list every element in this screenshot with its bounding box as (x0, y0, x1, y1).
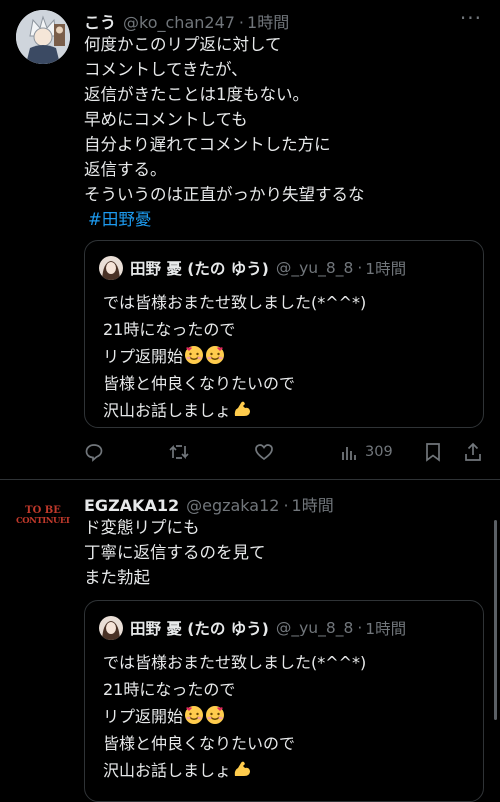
analytics-icon (342, 447, 356, 460)
retweet-icon (169, 444, 189, 460)
heart-icon (255, 444, 273, 461)
display-name[interactable]: EGZAKA12 (84, 496, 179, 515)
quoted-timestamp: 1時間 (365, 260, 407, 278)
tweet-header: EGZAKA12 @egzaka12 · 1時間 (84, 492, 334, 516)
tweet-line: 自分より遅れてコメントした方に (84, 135, 331, 154)
quoted-tweet[interactable]: 田野 憂 (たの ゆう) @_yu_8_8 · 1時間 では皆様おまたせ致しまし… (84, 600, 484, 802)
bookmark-icon (426, 443, 440, 462)
share-button[interactable] (464, 442, 482, 462)
tweet-line: 何度かこのリプ返に対して (84, 35, 282, 54)
quoted-line: では皆様おまたせ致しました(*^^*) (103, 653, 367, 672)
smiling-face-with-hearts-icon (206, 706, 225, 724)
tweet-line: 返信する。 (84, 160, 167, 179)
quoted-tweet-text: では皆様おまたせ致しました(*^^*) 21時になったので リプ返開始 皆様と仲… (103, 289, 366, 424)
separator-dot: · (357, 259, 363, 277)
avatar-photo-icon (99, 616, 123, 640)
quoted-line-with-emoji: 沢山お話しましょ (103, 757, 366, 784)
smiling-face-with-hearts-icon (185, 346, 204, 364)
scrollbar[interactable] (494, 520, 497, 720)
tweet[interactable]: TO BE CONTINUED EGZAKA12 @egzaka12 · 1時間… (0, 480, 500, 802)
separator-dot: · (357, 619, 363, 637)
tweet-line: また勃起 (84, 568, 150, 587)
more-options-icon[interactable]: ··· (460, 6, 482, 30)
action-bar: 309 (0, 442, 500, 462)
tweet-text: 何度かこのリプ返に対して コメントしてきたが、 返信がきたことは1度もない。 早… (84, 32, 365, 232)
quoted-avatar (99, 256, 123, 280)
avatar-photo-icon (99, 256, 123, 280)
hashtag-link[interactable]: #田野憂 (88, 207, 365, 232)
quoted-tweet-text: では皆様おまたせ致しました(*^^*) 21時になったので リプ返開始 皆様と仲… (103, 649, 366, 784)
tweet-line: 返信がきたことは1度もない。 (84, 85, 309, 104)
quoted-avatar (99, 616, 123, 640)
flexed-biceps-icon (234, 401, 251, 416)
smiling-face-with-hearts-icon (185, 706, 204, 724)
quoted-line-with-emoji: リプ返開始 (103, 703, 366, 730)
tweet-text: ド変態リプにも 丁寧に返信するのを見て また勃起 (84, 515, 266, 590)
quoted-line: 沢山お話しましょ (103, 401, 232, 420)
quoted-line: 皆様と仲良くなりたいので (103, 374, 296, 393)
timestamp[interactable]: 1時間 (292, 492, 334, 516)
views-count: 309 (365, 444, 393, 460)
quoted-line: リプ返開始 (103, 707, 184, 726)
avatar-caption: TO BE (25, 505, 61, 516)
quoted-line-with-emoji: リプ返開始 (103, 343, 366, 370)
handle[interactable]: @egzaka12 (186, 496, 279, 515)
tweet-line: 早めにコメントしても (84, 110, 248, 129)
handle[interactable]: @ko_chan247 (123, 13, 235, 32)
reply-button[interactable] (84, 442, 104, 462)
avatar[interactable] (16, 10, 70, 64)
quoted-line: 皆様と仲良くなりたいので (103, 734, 296, 753)
separator-dot: · (283, 496, 289, 515)
quoted-line-with-emoji: 沢山お話しましょ (103, 397, 366, 424)
tweet-line: コメントしてきたが、 (84, 60, 248, 79)
quoted-display-name: 田野 憂 (たの ゆう) (130, 260, 269, 278)
flexed-biceps-icon (234, 761, 251, 776)
quoted-display-name: 田野 憂 (たの ゆう) (130, 620, 269, 638)
quoted-tweet[interactable]: 田野 憂 (たの ゆう) @_yu_8_8 · 1時間 では皆様おまたせ致しまし… (84, 240, 484, 428)
reply-icon (85, 444, 103, 462)
bookmark-button[interactable] (424, 442, 442, 462)
tweet-line: 丁寧に返信するのを見て (84, 543, 266, 562)
avatar[interactable]: TO BE CONTINUED (16, 490, 70, 544)
avatar-caption: CONTINUED (16, 516, 70, 526)
quoted-handle: @_yu_8_8 (275, 259, 354, 277)
quoted-line: リプ返開始 (103, 347, 184, 366)
quoted-tweet-header: 田野 憂 (たの ゆう) @_yu_8_8 · 1時間 (99, 616, 406, 640)
quoted-line: 21時になったので (103, 320, 236, 339)
quoted-timestamp: 1時間 (365, 620, 407, 638)
timestamp[interactable]: 1時間 (247, 9, 289, 33)
quoted-handle: @_yu_8_8 (275, 619, 354, 637)
share-icon (465, 442, 481, 461)
display-name[interactable]: こう (84, 9, 116, 33)
retweet-button[interactable] (168, 442, 190, 462)
avatar-illustration-icon (16, 10, 70, 64)
quoted-line: 21時になったので (103, 680, 236, 699)
tweet-header: こう @ko_chan247 · 1時間 (84, 9, 289, 33)
views-button[interactable]: 309 (340, 442, 393, 462)
like-button[interactable] (254, 442, 274, 462)
quoted-tweet-header: 田野 憂 (たの ゆう) @_yu_8_8 · 1時間 (99, 256, 406, 280)
tweet[interactable]: こう @ko_chan247 · 1時間 ··· 何度かこのリプ返に対して コメ… (0, 0, 500, 480)
smiling-face-with-hearts-icon (206, 346, 225, 364)
separator-dot: · (238, 13, 245, 32)
tweet-line: そういうのは正直がっかり失望するな (84, 185, 365, 204)
quoted-line: 沢山お話しましょ (103, 761, 232, 780)
quoted-line: では皆様おまたせ致しました(*^^*) (103, 293, 367, 312)
tweet-line: ド変態リプにも (84, 518, 200, 537)
